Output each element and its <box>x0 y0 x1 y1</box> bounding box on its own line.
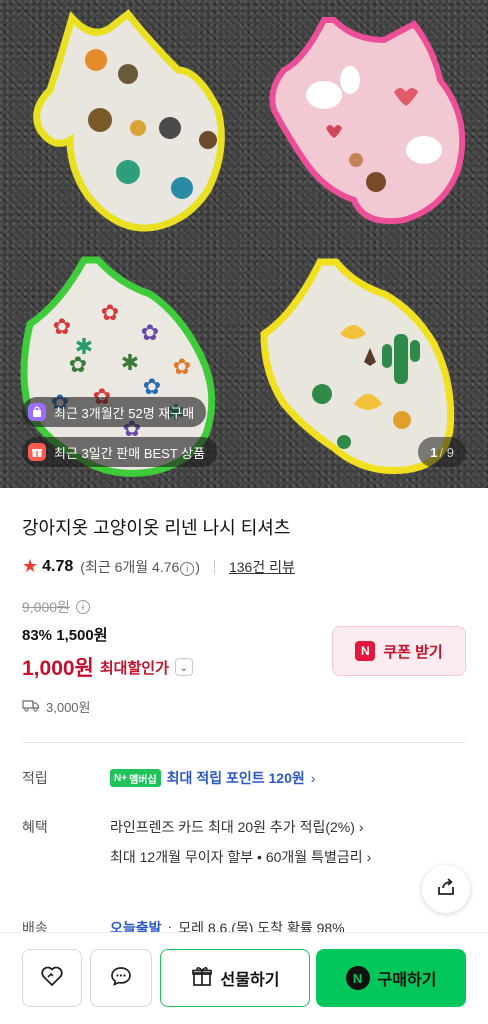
original-price-row: 9,000원 i <box>22 597 90 617</box>
naver-pay-n-icon: N <box>345 966 370 990</box>
product-image-yellow-bear-shirt <box>0 0 244 244</box>
best-seller-badge-text: 최근 3일간 판매 BEST 상품 <box>54 445 206 461</box>
product-title: 강아지옷 고양이옷 리넨 나시 티셔츠 <box>22 518 291 538</box>
image-pager: 1 / 9 <box>418 437 466 467</box>
svg-text:✿: ✿ <box>101 301 119 326</box>
repurchase-badge-text: 최근 3개월간 52명 재구매 <box>54 405 195 421</box>
info-icon[interactable]: i <box>75 600 90 614</box>
svg-text:✱: ✱ <box>121 351 139 376</box>
divider <box>213 559 215 574</box>
benefit-label: 혜택 <box>22 819 48 835</box>
repurchase-badge: 최근 3개월간 52명 재구매 <box>22 397 207 427</box>
shipping-row: 3,000원 <box>22 697 91 716</box>
product-image-pink-bunny-shirt <box>244 0 488 244</box>
chevron-right-icon: › <box>310 770 316 786</box>
gift-icon <box>191 965 213 992</box>
chat-bubble-icon <box>109 965 133 992</box>
rating-recent-close: ) <box>195 558 200 575</box>
points-text: 최대 적립 포인트 120원 <box>166 770 305 786</box>
max-discount-label: 최대할인가 <box>99 659 169 677</box>
original-price: 9,000원 <box>22 599 70 615</box>
chevron-down-icon[interactable]: ⌄ <box>174 658 193 676</box>
review-count-link[interactable]: 136건 리뷰 <box>229 557 295 577</box>
buy-button[interactable]: N 구매하기 <box>316 949 466 1007</box>
heart-icon <box>40 965 64 992</box>
sale-price: 83% 1,500원 <box>22 627 108 644</box>
svg-text:✱: ✱ <box>75 335 93 360</box>
max-discount-price: 1,000원 <box>22 657 94 680</box>
coupon-button[interactable]: N 쿠폰 받기 <box>332 626 466 676</box>
shopping-bag-icon <box>28 403 46 421</box>
rating-recent[interactable]: (최근 6개월 4.76 i) <box>80 557 200 577</box>
info-icon[interactable]: i <box>180 562 195 576</box>
max-discount-row[interactable]: 1,000원 최대할인가 ⌄ <box>22 652 193 682</box>
rating-row: ★ 4.78 (최근 6개월 4.76 i) 136건 리뷰 <box>22 556 295 577</box>
points-row[interactable]: N+ 멤버십 최대 적립 포인트 120원 › <box>110 768 315 788</box>
shipping-fee: 3,000원 <box>46 700 91 715</box>
talk-button[interactable] <box>90 949 152 1007</box>
naver-n-icon: N <box>355 641 376 661</box>
naver-plus-membership-badge: N+ 멤버십 <box>110 769 161 787</box>
best-seller-badge: 최근 3일간 판매 BEST 상품 <box>22 437 218 467</box>
pager-current: 1 <box>430 444 438 460</box>
bottom-action-bar: 선물하기 N 구매하기 <box>0 932 488 1024</box>
wishlist-button[interactable] <box>22 949 82 1007</box>
rating-recent-text: (최근 6개월 4.76 <box>80 558 180 575</box>
share-icon <box>435 876 457 903</box>
pager-total: / 9 <box>439 444 454 460</box>
rating-score: 4.78 <box>42 557 74 575</box>
gift-button-label: 선물하기 <box>220 972 280 989</box>
section-divider <box>22 742 466 743</box>
chevron-right-icon: › <box>366 849 372 865</box>
svg-text:✿: ✿ <box>53 315 71 340</box>
benefit-card-text: 라인프렌즈 카드 최대 20원 추가 적립(2%) <box>110 819 355 835</box>
gift-button[interactable]: 선물하기 <box>160 949 310 1007</box>
svg-text:✿: ✿ <box>173 355 191 380</box>
points-label: 적립 <box>22 770 48 786</box>
chevron-right-icon: › <box>358 819 364 835</box>
membership-text: 멤버십 <box>129 774 157 786</box>
benefit-card-line[interactable]: 라인프렌즈 카드 최대 20원 추가 적립(2%) › <box>110 817 364 837</box>
benefit-installment-text: 최대 12개월 무이자 할부 • 60개월 특별금리 <box>110 849 363 865</box>
product-image-gallery[interactable]: ✿ ✿ ✿ ✿ ✱ ✿ ✿ ✿ ✿ ✿ ✱ ✱ <box>0 0 488 488</box>
truck-icon <box>22 698 40 715</box>
star-icon: ★ <box>22 556 39 576</box>
gift-box-icon <box>28 443 46 461</box>
svg-text:✿: ✿ <box>141 321 159 346</box>
share-button[interactable] <box>422 865 470 913</box>
buy-button-label: 구매하기 <box>377 972 437 989</box>
benefit-installment-line[interactable]: 최대 12개월 무이자 할부 • 60개월 특별금리 › <box>110 847 371 867</box>
coupon-button-label: 쿠폰 받기 <box>383 643 443 661</box>
naver-plus-badge-text: N+ <box>114 772 128 784</box>
